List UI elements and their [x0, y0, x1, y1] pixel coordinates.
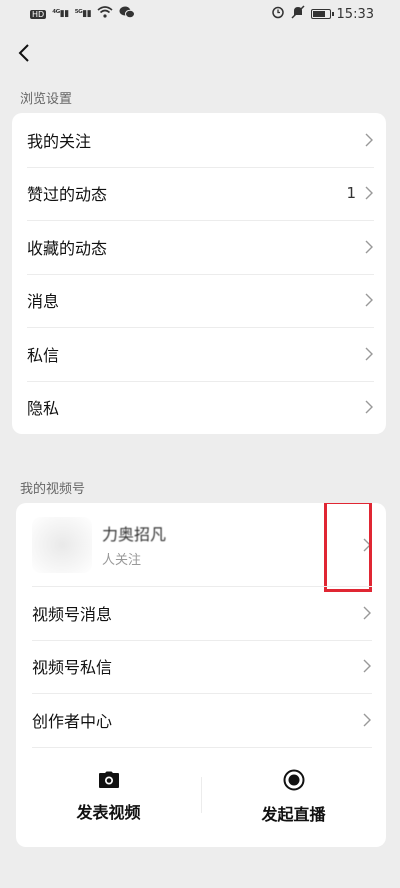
- chevron-right-icon: [365, 347, 373, 361]
- chevron-right-icon: [365, 240, 373, 254]
- chevron-right-icon: [363, 713, 371, 727]
- action-divider: [201, 776, 202, 813]
- profile-text: 力奥招凡 人关注: [102, 521, 362, 568]
- row-liked-posts[interactable]: 赞过的动态 1: [12, 166, 386, 221]
- action-label: 发起直播: [261, 804, 326, 824]
- wechat-icon: [119, 6, 136, 23]
- avatar: [32, 516, 92, 573]
- live-icon: [283, 769, 304, 790]
- channels-card: 力奥招凡 人关注 视频号消息 视频号私信 创作者中心 发表视频 发起直播: [16, 503, 386, 847]
- liked-count: 1: [346, 184, 356, 203]
- row-direct-messages[interactable]: 私信: [12, 327, 386, 381]
- channel-name: 力奥招凡: [102, 525, 167, 544]
- row-label: 私信: [27, 345, 60, 365]
- row-label: 视频号消息: [32, 604, 113, 624]
- post-video-button[interactable]: 发表视频: [16, 747, 201, 847]
- row-channel-messages[interactable]: 视频号消息: [16, 586, 386, 640]
- row-label: 隐私: [27, 399, 60, 419]
- row-label: 我的关注: [27, 131, 92, 151]
- start-live-button[interactable]: 发起直播: [201, 747, 386, 847]
- nav-bar: [0, 28, 400, 78]
- chevron-right-icon: [365, 133, 373, 147]
- status-left: HD ⁴ᴳ▮▮ ⁵ᴳ▮▮: [30, 6, 136, 23]
- section-title-channels: 我的视频号: [20, 482, 86, 497]
- row-label: 消息: [27, 292, 60, 312]
- highlight-box: [324, 503, 372, 592]
- battery-icon: [310, 9, 334, 19]
- row-label: 赞过的动态: [27, 185, 108, 205]
- chevron-right-icon: [363, 659, 371, 673]
- chevron-right-icon: [363, 606, 371, 620]
- row-messages[interactable]: 消息: [12, 273, 386, 328]
- row-saved-posts[interactable]: 收藏的动态: [12, 220, 386, 274]
- chevron-right-icon: [365, 293, 373, 307]
- channel-followers: 人关注: [102, 553, 142, 568]
- wifi-icon: [97, 6, 113, 22]
- row-label: 创作者中心: [32, 711, 113, 731]
- status-time: 15:33: [336, 6, 374, 22]
- channel-profile-row[interactable]: 力奥招凡 人关注: [16, 503, 386, 592]
- hd-icon: HD: [30, 9, 47, 19]
- signal-5g-icon: ⁵ᴳ▮▮: [74, 9, 92, 19]
- signal-4g-icon: ⁴ᴳ▮▮: [52, 9, 69, 19]
- browse-settings-card: 我的关注 赞过的动态 1 收藏的动态 消息 私信 隐私: [12, 113, 386, 434]
- row-label: 收藏的动态: [27, 238, 108, 258]
- row-privacy[interactable]: 隐私: [12, 380, 386, 435]
- alarm-icon: [271, 5, 285, 23]
- status-right: 15:33: [271, 5, 374, 23]
- back-button[interactable]: [12, 41, 36, 65]
- chevron-left-icon: [18, 44, 29, 62]
- camera-icon: [98, 771, 119, 788]
- mute-icon: [291, 5, 305, 23]
- chevron-right-icon: [365, 186, 373, 200]
- chevron-right-icon: [365, 400, 373, 414]
- row-channel-direct-messages[interactable]: 视频号私信: [16, 639, 386, 694]
- section-title-browse: 浏览设置: [20, 92, 73, 107]
- row-following[interactable]: 我的关注: [12, 113, 386, 167]
- action-label: 发表视频: [76, 802, 141, 822]
- row-label: 视频号私信: [32, 658, 113, 678]
- status-bar: HD ⁴ᴳ▮▮ ⁵ᴳ▮▮ 15:33: [0, 0, 400, 28]
- row-creator-center[interactable]: 创作者中心: [16, 693, 386, 747]
- channel-actions: 发表视频 发起直播: [16, 746, 386, 847]
